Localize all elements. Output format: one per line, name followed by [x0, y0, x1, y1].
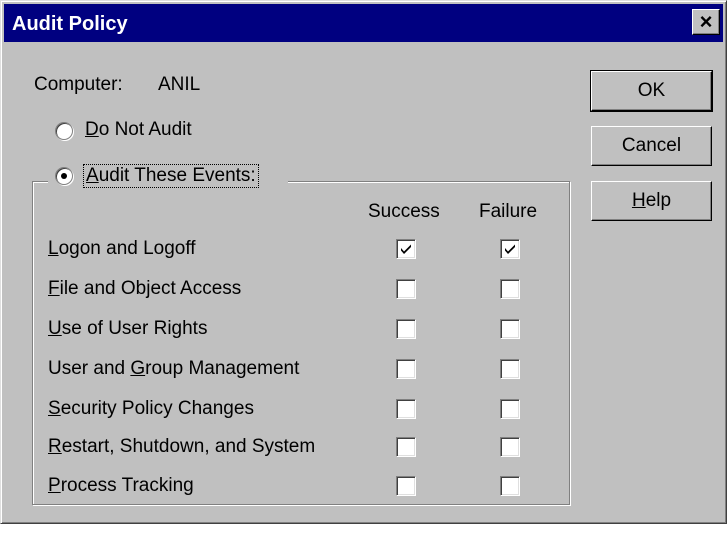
failure-column-header: Failure — [479, 201, 538, 222]
title-bar[interactable]: Audit Policy × — [4, 4, 723, 42]
event-label: Security Policy Changes — [48, 398, 254, 419]
event-label: Logon and Logoff — [48, 238, 196, 259]
event-label: Use of User Rights — [48, 318, 208, 339]
do-not-audit-label-post: o Not Audit — [98, 119, 192, 140]
failure-checkbox[interactable] — [500, 239, 520, 259]
help-accel: H — [631, 190, 646, 211]
close-button[interactable]: × — [692, 9, 720, 35]
success-column-header: Success — [368, 201, 440, 222]
do-not-audit-radio[interactable] — [55, 122, 73, 140]
failure-checkbox[interactable] — [500, 399, 520, 419]
audit-policy-dialog: Audit Policy × Computer: ANIL Do Not Aud… — [0, 0, 727, 524]
success-checkbox[interactable] — [396, 399, 416, 419]
help-label-post: elp — [645, 190, 672, 211]
success-checkbox[interactable] — [396, 319, 416, 339]
audit-these-events-radio[interactable] — [55, 167, 73, 185]
success-checkbox[interactable] — [396, 359, 416, 379]
success-checkbox[interactable] — [396, 279, 416, 299]
window-title: Audit Policy — [12, 13, 128, 35]
event-label: Restart, Shutdown, and System — [48, 436, 316, 457]
failure-checkbox[interactable] — [500, 319, 520, 339]
computer-label: Computer: — [34, 74, 123, 95]
help-button[interactable]: Help — [591, 181, 712, 221]
failure-checkbox[interactable] — [500, 359, 520, 379]
success-checkbox[interactable] — [396, 476, 416, 496]
checkmark-icon — [401, 244, 411, 254]
cancel-button[interactable]: Cancel — [591, 126, 712, 166]
close-icon: × — [699, 9, 713, 34]
ok-button[interactable]: OK — [590, 70, 713, 112]
audit-these-label-post: udit These Events: — [98, 165, 256, 186]
do-not-audit-label[interactable]: Do Not Audit — [85, 119, 192, 141]
success-checkbox[interactable] — [396, 437, 416, 457]
event-label: File and Object Access — [48, 278, 242, 299]
do-not-audit-accel: D — [85, 119, 99, 140]
event-label: User and Group Management — [48, 358, 300, 379]
audit-these-events-label[interactable]: Audit These Events: — [83, 164, 259, 188]
radio-selected-dot — [61, 173, 67, 179]
audit-these-accel: A — [86, 165, 99, 186]
computer-name: ANIL — [158, 74, 201, 95]
failure-checkbox[interactable] — [500, 437, 520, 457]
event-label: Process Tracking — [48, 475, 194, 496]
success-checkbox[interactable] — [396, 239, 416, 259]
checkmark-icon — [505, 244, 515, 254]
failure-checkbox[interactable] — [500, 279, 520, 299]
failure-checkbox[interactable] — [500, 476, 520, 496]
